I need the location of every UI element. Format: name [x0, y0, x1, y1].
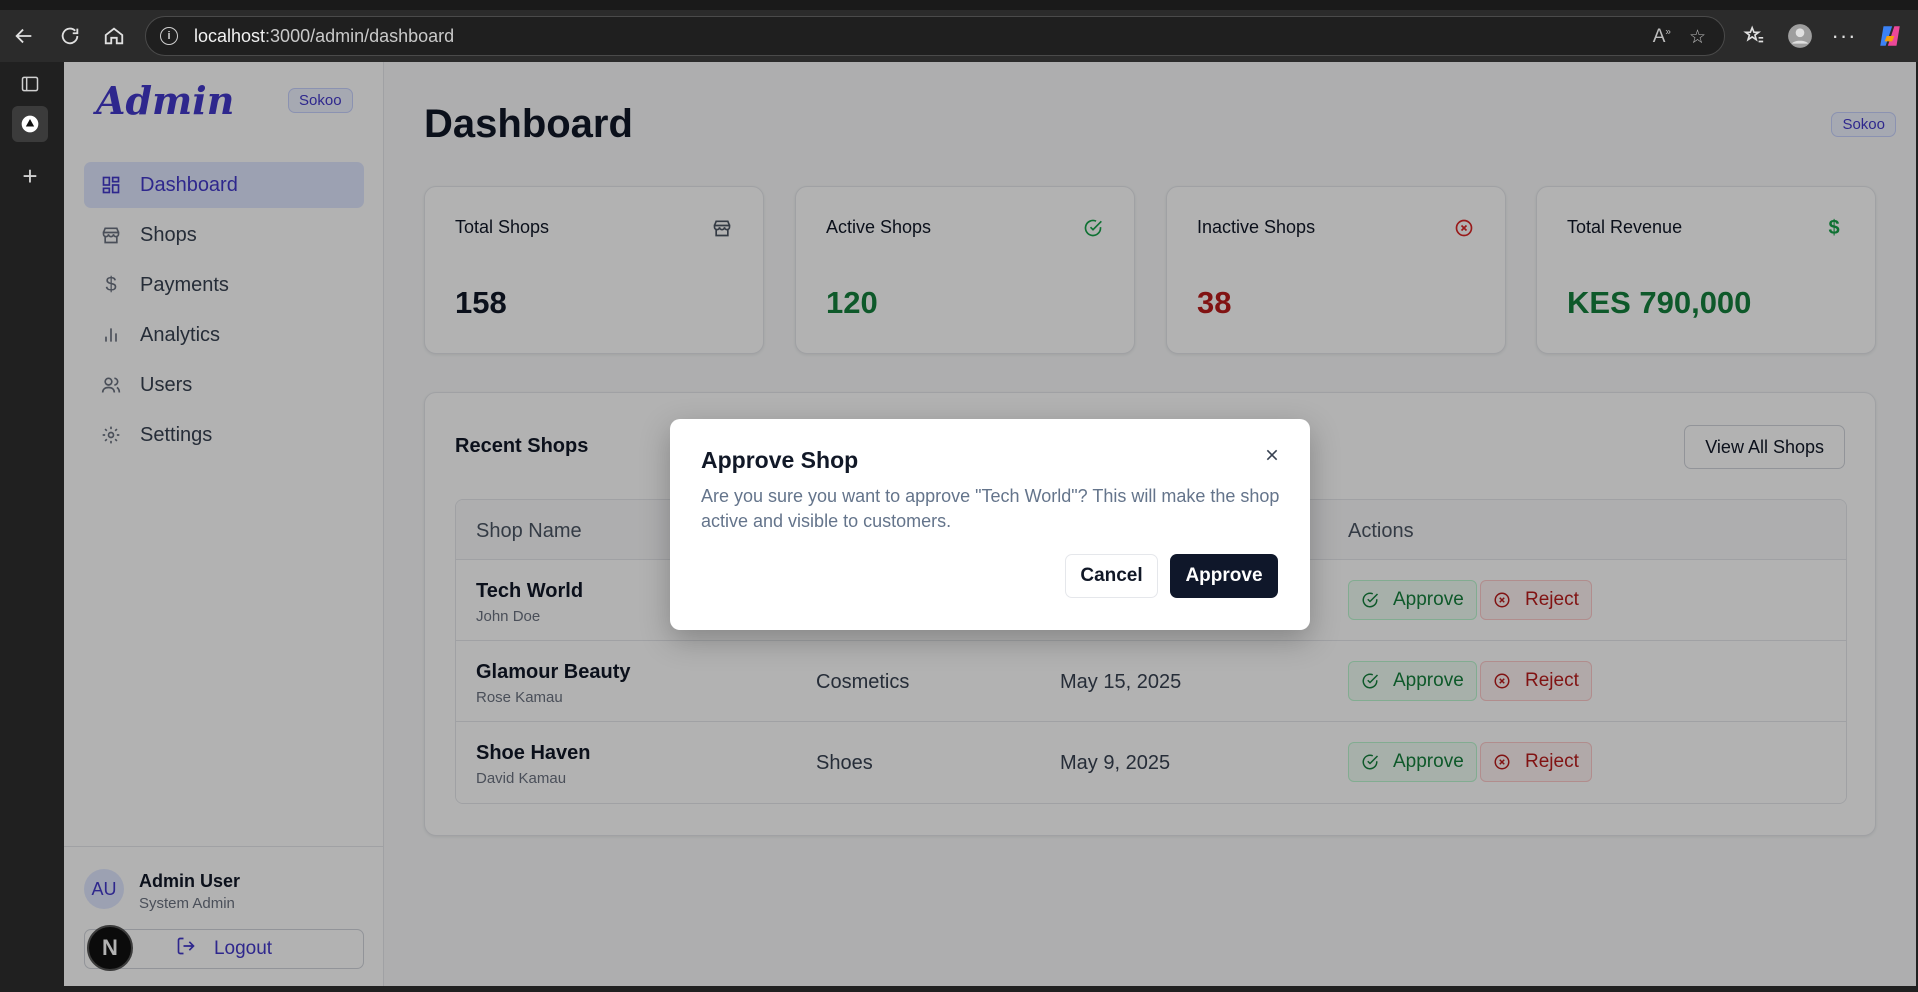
- approve-shop-dialog: Approve Shop Are you sure you want to ap…: [670, 419, 1310, 630]
- copilot-icon[interactable]: [1874, 20, 1906, 52]
- profile-icon[interactable]: [1784, 20, 1816, 52]
- favorites-icon[interactable]: [1738, 20, 1770, 52]
- cancel-button[interactable]: Cancel: [1065, 554, 1158, 598]
- home-icon[interactable]: [98, 20, 130, 52]
- url-text[interactable]: localhost:3000/admin/dashboard: [194, 26, 454, 47]
- browser-toolbar: i localhost:3000/admin/dashboard A» ☆ ··…: [0, 10, 1918, 62]
- window-top-strip: [0, 0, 1918, 10]
- close-icon[interactable]: [1260, 443, 1284, 467]
- favorite-star-icon[interactable]: ☆: [1689, 26, 1706, 49]
- read-aloud-icon[interactable]: A»: [1653, 26, 1671, 49]
- back-icon[interactable]: [8, 20, 40, 52]
- dialog-title: Approve Shop: [701, 447, 859, 473]
- refresh-icon[interactable]: [54, 20, 86, 52]
- vertical-tab-strip: +: [0, 62, 62, 992]
- url-path: :3000/admin/dashboard: [265, 25, 455, 46]
- dialog-message: Are you sure you want to approve "Tech W…: [701, 486, 1280, 531]
- page-viewport: Admin Sokoo Dashboard Shops $ Payments A…: [64, 62, 1916, 986]
- new-tab-icon[interactable]: +: [12, 158, 48, 194]
- more-icon[interactable]: ···: [1828, 20, 1860, 52]
- active-tab-icon[interactable]: [12, 106, 48, 142]
- url-host: localhost: [194, 25, 266, 46]
- confirm-approve-button[interactable]: Approve: [1170, 554, 1278, 598]
- site-info-icon[interactable]: i: [160, 27, 178, 45]
- tab-actions-icon[interactable]: [12, 66, 48, 102]
- address-bar[interactable]: i localhost:3000/admin/dashboard A» ☆: [145, 16, 1725, 56]
